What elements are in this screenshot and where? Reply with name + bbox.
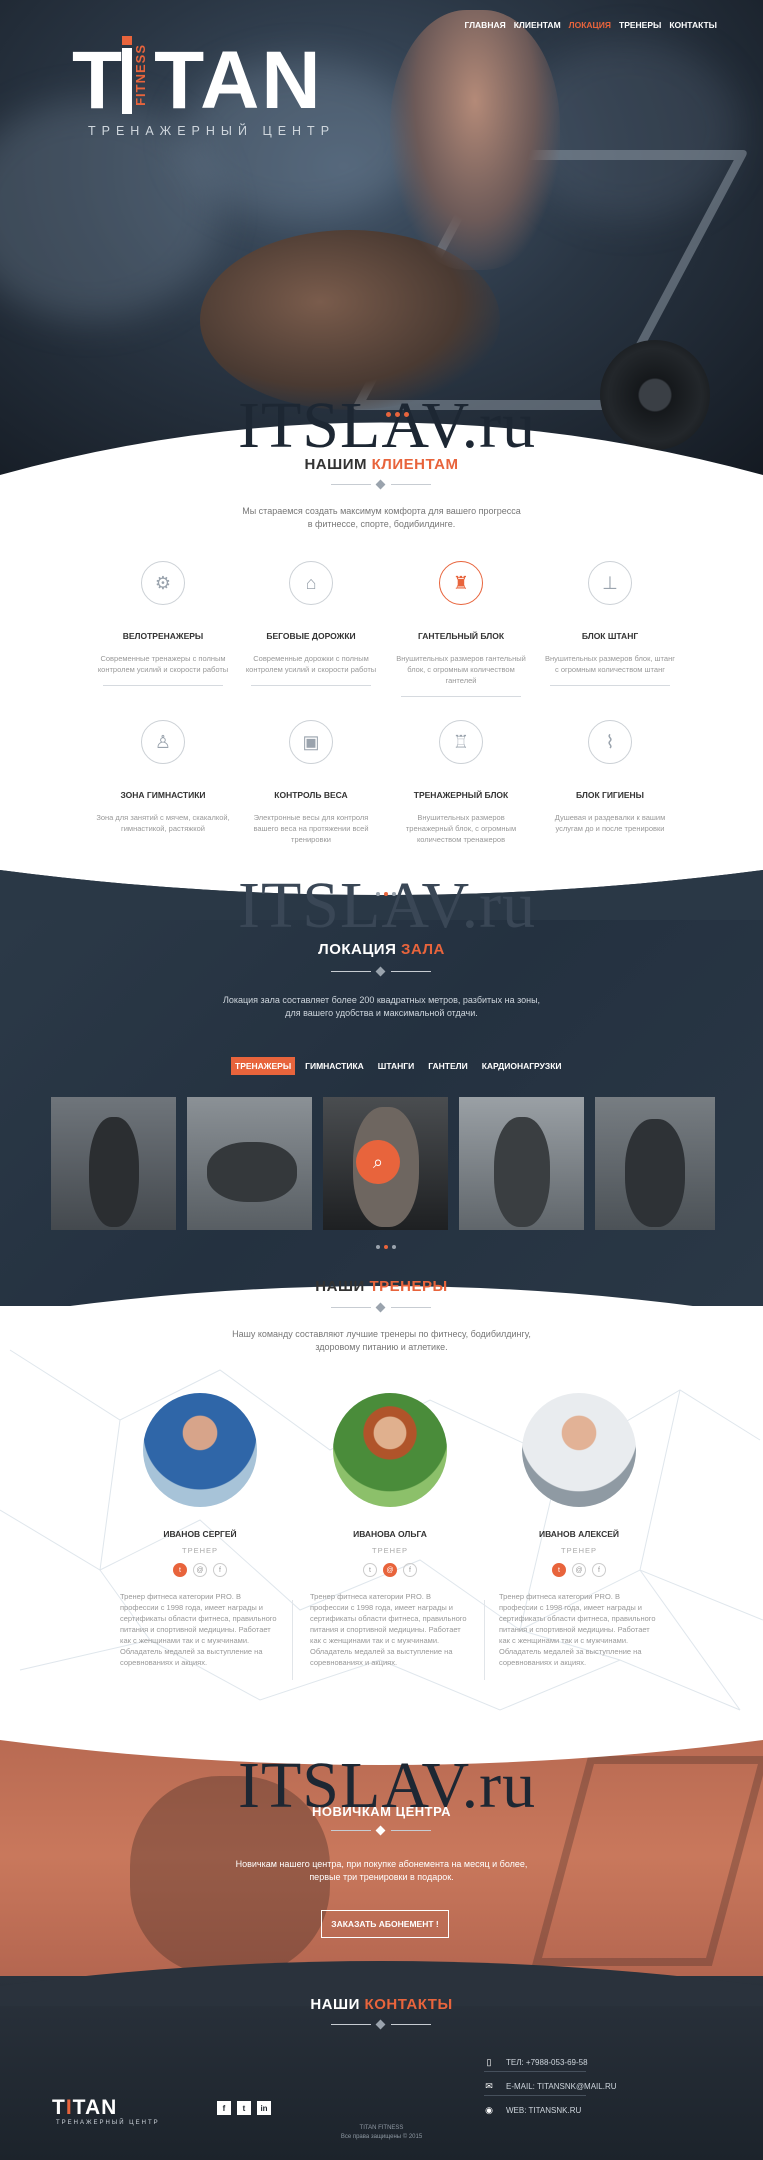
tab-dumbbells[interactable]: ГАНТЕЛИ (424, 1057, 472, 1075)
facebook-icon[interactable]: f (217, 2101, 231, 2115)
trainer-card-1: ИВАНОВ СЕРГЕЙ ТРЕНЕР t @ f Тренер фитнес… (110, 1393, 290, 1668)
clients-desc: Мы стараемся создать максимум комфорта д… (242, 506, 521, 529)
gallery-photo-4[interactable] (459, 1097, 584, 1230)
order-subscription-button[interactable]: ЗАКАЗАТЬ АБОНЕМЕНТ ! (321, 1910, 449, 1938)
hero-logo[interactable]: T TAN (72, 40, 323, 122)
service-dumbbell: ♜ ГАНТЕЛЬНЫЙ БЛОК Внушительных размеров … (386, 561, 536, 697)
nav-item-clients[interactable]: КЛИЕНТАМ (514, 20, 561, 30)
service-gymnastics: ♙ ЗОНА ГИМНАСТИКИ Зона для занятий с мяч… (88, 720, 238, 834)
tab-cardio[interactable]: КАРДИОНАГРУЗКИ (478, 1057, 566, 1075)
footer-socials: f t in (217, 2101, 271, 2115)
location-tabs: ТРЕНАЖЕРЫ ГИМНАСТИКА ШТАНГИ ГАНТЕЛИ КАРД… (231, 1057, 566, 1075)
trainers-divider (331, 1302, 431, 1313)
phone-icon: ▯ (486, 2057, 492, 2067)
treadmill-icon: ⌂ (289, 561, 333, 605)
service-scale: ▣ КОНТРОЛЬ ВЕСА Электронные весы для кон… (236, 720, 386, 845)
copyright: TITAN FITNESS Все права защищены © 2015 (340, 2125, 423, 2140)
trainers-desc: Нашу команду составляют лучшие тренеры п… (232, 1329, 531, 1352)
gymnastics-icon: ♙ (141, 720, 185, 764)
clients-divider (331, 479, 431, 490)
avatar (143, 1393, 257, 1507)
clients-title: НАШИМ КЛИЕНТАМ (304, 456, 459, 473)
zoom-icon[interactable]: ⌕ (356, 1140, 400, 1184)
contacts-title: НАШИ КОНТАКТЫ (310, 1996, 453, 2013)
hero-woman-photo (390, 10, 560, 270)
mail-icon[interactable]: @ (572, 1563, 586, 1577)
trainer-separator (292, 1600, 293, 1680)
scale-icon: ▣ (289, 720, 333, 764)
twitter-icon[interactable]: t (237, 2101, 251, 2115)
avatar (333, 1393, 447, 1507)
contact-web[interactable]: ◉ WEB: TITANSNK.RU (484, 2105, 581, 2116)
trainer-separator (484, 1600, 485, 1680)
location-desc: Локация зала составляет более 200 квадра… (222, 995, 541, 1018)
service-treadmill: ⌂ БЕГОВЫЕ ДОРОЖКИ Современные дорожки с … (236, 561, 386, 686)
logo-i-dot (122, 36, 132, 45)
bike-icon: ⚙ (141, 561, 185, 605)
email-icon: ✉ (485, 2081, 493, 2091)
logo-fitness-label: FITNESS (133, 44, 148, 106)
footer-logo[interactable]: TITAN (52, 2096, 117, 2120)
barbell-icon: ⊥ (588, 561, 632, 605)
newcomers-divider (331, 1825, 431, 1836)
twitter-icon[interactable]: t (173, 1563, 187, 1577)
globe-icon: ◉ (485, 2105, 493, 2115)
location-title: ЛОКАЦИЯ ЗАЛА (318, 941, 445, 958)
mail-icon[interactable]: @ (383, 1563, 397, 1577)
facebook-icon[interactable]: f (213, 1563, 227, 1577)
hygiene-icon: ⌇ (588, 720, 632, 764)
newcomers-desc: Новичкам нашего центра, при покупке абон… (235, 1859, 528, 1882)
contact-email[interactable]: ✉ E-MAIL: TITANSNK@MAIL.RU (484, 2081, 616, 2092)
tab-barbells[interactable]: ШТАНГИ (374, 1057, 418, 1075)
contact-phone[interactable]: ▯ ТЕЛ: +7988-053-69-58 (484, 2057, 588, 2068)
newcomers-title: НОВИЧКАМ ЦЕНТРА (311, 1804, 452, 1819)
dumbbell-icon: ♜ (439, 561, 483, 605)
logo-i-bar (122, 48, 132, 114)
service-hygiene: ⌇ БЛОК ГИГИЕНЫ Душевая и раздевалки к ва… (535, 720, 685, 834)
contacts-divider (331, 2019, 431, 2030)
service-barbell: ⊥ БЛОК ШТАНГ Внушительных размеров блок,… (535, 561, 685, 686)
nav-item-home[interactable]: ГЛАВНАЯ (464, 20, 505, 30)
twitter-icon[interactable]: t (363, 1563, 377, 1577)
gallery-photo-1[interactable] (51, 1097, 176, 1230)
nav-item-trainers[interactable]: ТРЕНЕРЫ (619, 20, 661, 30)
trainers-title: НАШИ ТРЕНЕРЫ (315, 1278, 448, 1295)
watermark-1: ITSLAV.ru (238, 389, 537, 462)
facebook-icon[interactable]: f (592, 1563, 606, 1577)
mail-icon[interactable]: @ (193, 1563, 207, 1577)
trainer-card-2: ИВАНОВА ОЛЬГА ТРЕНЕР t @ f Тренер фитнес… (300, 1393, 480, 1668)
top-navigation: ГЛАВНАЯ КЛИЕНТАМ ЛОКАЦИЯ ТРЕНЕРЫ КОНТАКТ… (464, 20, 717, 30)
facebook-icon[interactable]: f (403, 1563, 417, 1577)
twitter-icon[interactable]: t (552, 1563, 566, 1577)
service-bike: ⚙ ВЕЛОТРЕНАЖЕРЫ Современные тренажеры с … (88, 561, 238, 686)
avatar (522, 1393, 636, 1507)
service-machine: ♖ ТРЕНАЖЕРНЫЙ БЛОК Внушительных размеров… (386, 720, 536, 845)
instagram-icon[interactable]: in (257, 2101, 271, 2115)
nav-item-location[interactable]: ЛОКАЦИЯ (569, 20, 611, 30)
watermark-2: ITSLAV.ru (238, 869, 537, 942)
nav-item-contacts[interactable]: КОНТАКТЫ (669, 20, 717, 30)
location-divider (331, 966, 431, 977)
tab-machines[interactable]: ТРЕНАЖЕРЫ (231, 1057, 296, 1075)
machine-icon: ♖ (439, 720, 483, 764)
gallery-photo-2[interactable] (187, 1097, 312, 1230)
watermark-dots-1 (386, 412, 409, 417)
gallery-dots[interactable] (376, 1245, 396, 1249)
gallery-photo-5[interactable] (595, 1097, 715, 1230)
hero-subtitle: ТРЕНАЖЕРНЫЙ ЦЕНТР (88, 124, 336, 138)
trainer-card-3: ИВАНОВ АЛЕКСЕЙ ТРЕНЕР t @ f Тренер фитне… (489, 1393, 669, 1668)
tab-gymnastics[interactable]: ГИМНАСТИКА (301, 1057, 368, 1075)
